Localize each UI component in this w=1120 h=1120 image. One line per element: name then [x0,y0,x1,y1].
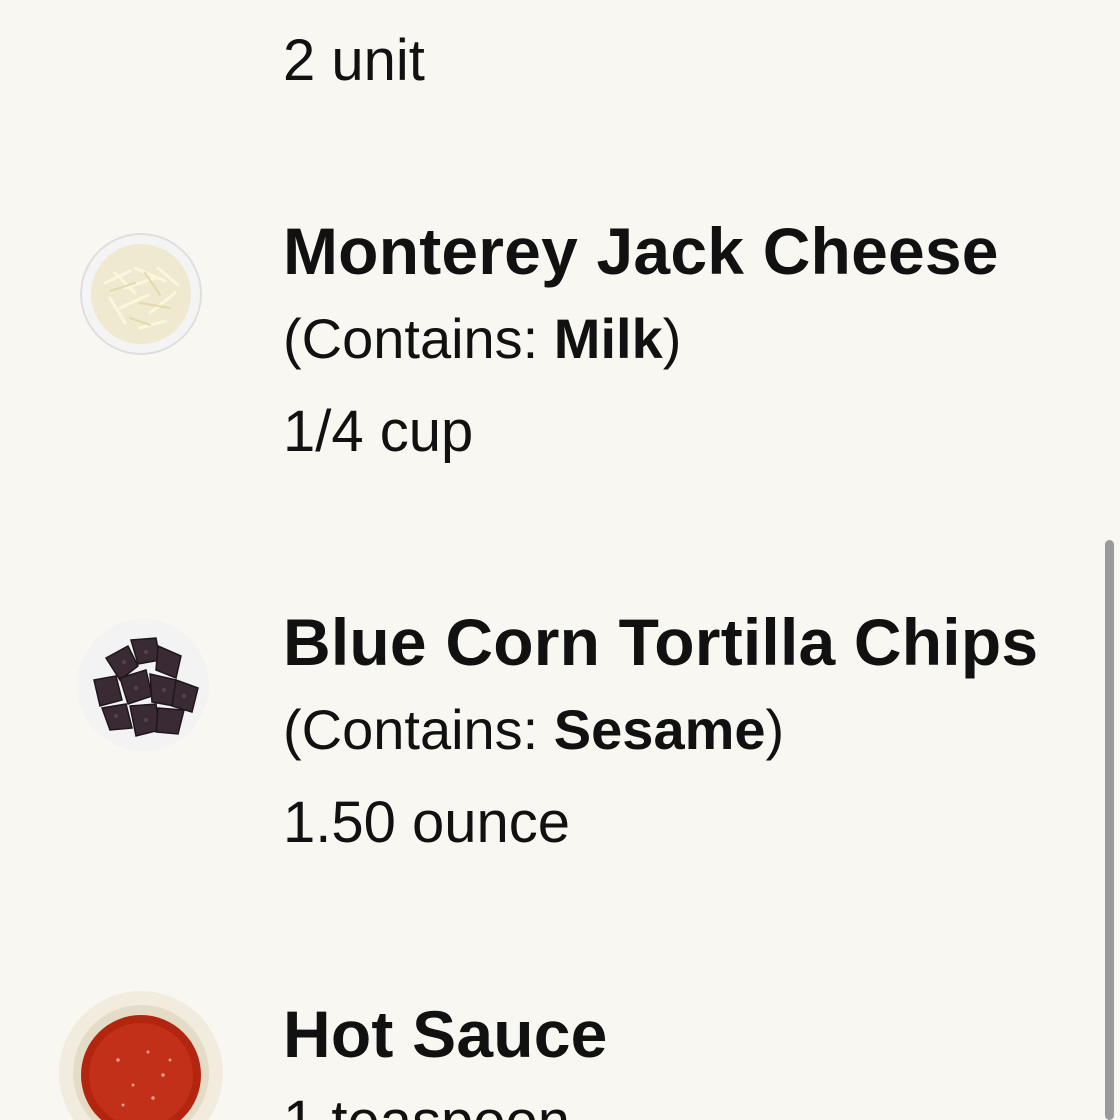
allergen-name: Sesame [553,698,766,761]
allergen-note: (Contains: Milk) [283,307,682,370]
ingredient-list[interactable]: 2 unit Monterey Jack Cheese (Contains: M… [0,0,1120,1120]
tortilla-chips-image [76,618,210,752]
allergen-name: Milk [553,307,663,370]
allergen-note: (Contains: Sesame) [283,698,785,761]
shredded-cheese-image [80,233,202,355]
scrollbar-thumb[interactable] [1105,540,1114,1120]
hot-sauce-image [58,990,224,1120]
ingredient-name: Monterey Jack Cheese [283,214,999,288]
ingredient-name: Hot Sauce [283,997,608,1071]
ingredient-name: Blue Corn Tortilla Chips [283,605,1039,679]
ingredient-quantity: 1.50 ounce [283,790,571,855]
ingredient-quantity: 1 teaspoon [283,1074,608,1120]
ingredient-quantity: 1/4 cup [283,399,474,464]
ingredient-quantity: 2 unit [283,28,425,93]
